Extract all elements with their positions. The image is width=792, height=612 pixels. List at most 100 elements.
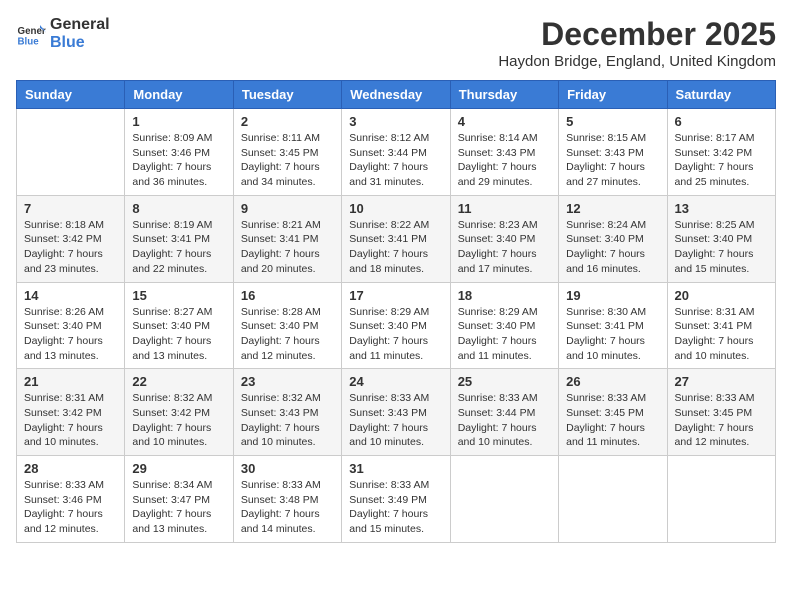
day-info: Sunrise: 8:17 AM Sunset: 3:42 PM Dayligh…	[675, 131, 768, 190]
logo-blue-text: Blue	[50, 34, 110, 52]
day-number: 27	[675, 374, 768, 389]
day-info: Sunrise: 8:31 AM Sunset: 3:42 PM Dayligh…	[24, 391, 117, 450]
calendar-cell: 5 Sunrise: 8:15 AM Sunset: 3:43 PM Daylig…	[559, 109, 667, 196]
calendar-cell: 24Sunrise: 8:33 AM Sunset: 3:43 PM Dayli…	[342, 369, 450, 456]
day-info: Sunrise: 8:33 AM Sunset: 3:44 PM Dayligh…	[458, 391, 551, 450]
day-info: Sunrise: 8:33 AM Sunset: 3:48 PM Dayligh…	[241, 478, 334, 537]
column-header-sunday: Sunday	[17, 81, 125, 109]
calendar-cell: 23 Sunrise: 8:32 AM Sunset: 3:43 PM Dayli…	[233, 369, 341, 456]
calendar-cell	[450, 456, 558, 543]
month-title: December 2025	[498, 16, 776, 53]
day-number: 2	[241, 114, 334, 129]
day-info: Sunrise: 8:18 AM Sunset: 3:42 PM Dayligh…	[24, 218, 117, 277]
calendar-week-1: 1Sunrise: 8:09 AM Sunset: 3:46 PM Daylig…	[17, 109, 776, 196]
svg-text:Blue: Blue	[18, 36, 40, 47]
day-number: 14	[24, 288, 117, 303]
day-number: 25	[458, 374, 551, 389]
day-number: 21	[24, 374, 117, 389]
day-number: 31	[349, 461, 442, 476]
day-info: Sunrise: 8:19 AM Sunset: 3:41 PM Dayligh…	[132, 218, 225, 277]
day-number: 7	[24, 201, 117, 216]
day-info: Sunrise: 8:27 AM Sunset: 3:40 PM Dayligh…	[132, 305, 225, 364]
day-number: 29	[132, 461, 225, 476]
calendar-cell: 15 Sunrise: 8:27 AM Sunset: 3:40 PM Dayli…	[125, 282, 233, 369]
day-info: Sunrise: 8:24 AM Sunset: 3:40 PM Dayligh…	[566, 218, 659, 277]
calendar-cell: 30 Sunrise: 8:33 AM Sunset: 3:48 PM Dayli…	[233, 456, 341, 543]
calendar-cell: 7 Sunrise: 8:18 AM Sunset: 3:42 PM Daylig…	[17, 195, 125, 282]
calendar-cell: 18 Sunrise: 8:29 AM Sunset: 3:40 PM Dayli…	[450, 282, 558, 369]
calendar-cell	[667, 456, 775, 543]
calendar-cell: 13Sunrise: 8:25 AM Sunset: 3:40 PM Dayli…	[667, 195, 775, 282]
calendar-week-5: 28Sunrise: 8:33 AM Sunset: 3:46 PM Dayli…	[17, 456, 776, 543]
calendar-cell: 4Sunrise: 8:14 AM Sunset: 3:43 PM Daylig…	[450, 109, 558, 196]
calendar-cell: 17 Sunrise: 8:29 AM Sunset: 3:40 PM Dayli…	[342, 282, 450, 369]
day-number: 26	[566, 374, 659, 389]
calendar-cell: 11Sunrise: 8:23 AM Sunset: 3:40 PM Dayli…	[450, 195, 558, 282]
calendar-cell: 8 Sunrise: 8:19 AM Sunset: 3:41 PM Daylig…	[125, 195, 233, 282]
calendar-cell: 19 Sunrise: 8:30 AM Sunset: 3:41 PM Dayli…	[559, 282, 667, 369]
calendar-cell: 26Sunrise: 8:33 AM Sunset: 3:45 PM Dayli…	[559, 369, 667, 456]
logo-text: General Blue	[50, 16, 110, 51]
calendar-cell: 14 Sunrise: 8:26 AM Sunset: 3:40 PM Dayli…	[17, 282, 125, 369]
column-header-tuesday: Tuesday	[233, 81, 341, 109]
day-info: Sunrise: 8:23 AM Sunset: 3:40 PM Dayligh…	[458, 218, 551, 277]
calendar-cell	[17, 109, 125, 196]
column-header-saturday: Saturday	[667, 81, 775, 109]
day-number: 24	[349, 374, 442, 389]
column-header-monday: Monday	[125, 81, 233, 109]
day-number: 20	[675, 288, 768, 303]
day-number: 12	[566, 201, 659, 216]
day-info: Sunrise: 8:29 AM Sunset: 3:40 PM Dayligh…	[349, 305, 442, 364]
day-info: Sunrise: 8:32 AM Sunset: 3:43 PM Dayligh…	[241, 391, 334, 450]
day-info: Sunrise: 8:34 AM Sunset: 3:47 PM Dayligh…	[132, 478, 225, 537]
day-number: 15	[132, 288, 225, 303]
day-info: Sunrise: 8:14 AM Sunset: 3:43 PM Dayligh…	[458, 131, 551, 190]
calendar-cell: 6 Sunrise: 8:17 AM Sunset: 3:42 PM Daylig…	[667, 109, 775, 196]
day-info: Sunrise: 8:33 AM Sunset: 3:49 PM Dayligh…	[349, 478, 442, 537]
day-info: Sunrise: 8:30 AM Sunset: 3:41 PM Dayligh…	[566, 305, 659, 364]
calendar-cell: 9 Sunrise: 8:21 AM Sunset: 3:41 PM Daylig…	[233, 195, 341, 282]
day-info: Sunrise: 8:09 AM Sunset: 3:46 PM Dayligh…	[132, 131, 225, 190]
page-header: General Blue General Blue December 2025 …	[16, 16, 776, 70]
day-number: 8	[132, 201, 225, 216]
calendar-cell: 21 Sunrise: 8:31 AM Sunset: 3:42 PM Dayli…	[17, 369, 125, 456]
logo-general-text: General	[50, 16, 110, 34]
day-info: Sunrise: 8:32 AM Sunset: 3:42 PM Dayligh…	[132, 391, 225, 450]
day-number: 22	[132, 374, 225, 389]
day-info: Sunrise: 8:11 AM Sunset: 3:45 PM Dayligh…	[241, 131, 334, 190]
calendar-cell: 3Sunrise: 8:12 AM Sunset: 3:44 PM Daylig…	[342, 109, 450, 196]
calendar-cell: 31 Sunrise: 8:33 AM Sunset: 3:49 PM Dayli…	[342, 456, 450, 543]
column-header-thursday: Thursday	[450, 81, 558, 109]
day-info: Sunrise: 8:33 AM Sunset: 3:46 PM Dayligh…	[24, 478, 117, 537]
day-number: 18	[458, 288, 551, 303]
day-number: 23	[241, 374, 334, 389]
day-number: 17	[349, 288, 442, 303]
calendar-cell: 22 Sunrise: 8:32 AM Sunset: 3:42 PM Dayli…	[125, 369, 233, 456]
column-header-wednesday: Wednesday	[342, 81, 450, 109]
calendar-week-3: 14 Sunrise: 8:26 AM Sunset: 3:40 PM Dayli…	[17, 282, 776, 369]
calendar-cell: 16Sunrise: 8:28 AM Sunset: 3:40 PM Dayli…	[233, 282, 341, 369]
calendar-header-row: SundayMondayTuesdayWednesdayThursdayFrid…	[17, 81, 776, 109]
title-section: December 2025 Haydon Bridge, England, Un…	[498, 16, 776, 70]
day-info: Sunrise: 8:12 AM Sunset: 3:44 PM Dayligh…	[349, 131, 442, 190]
day-info: Sunrise: 8:21 AM Sunset: 3:41 PM Dayligh…	[241, 218, 334, 277]
day-info: Sunrise: 8:26 AM Sunset: 3:40 PM Dayligh…	[24, 305, 117, 364]
day-number: 5	[566, 114, 659, 129]
day-number: 6	[675, 114, 768, 129]
calendar-cell: 27Sunrise: 8:33 AM Sunset: 3:45 PM Dayli…	[667, 369, 775, 456]
calendar-cell	[559, 456, 667, 543]
location-text: Haydon Bridge, England, United Kingdom	[498, 53, 776, 70]
day-number: 30	[241, 461, 334, 476]
calendar-table: SundayMondayTuesdayWednesdayThursdayFrid…	[16, 80, 776, 543]
day-info: Sunrise: 8:15 AM Sunset: 3:43 PM Dayligh…	[566, 131, 659, 190]
column-header-friday: Friday	[559, 81, 667, 109]
day-info: Sunrise: 8:25 AM Sunset: 3:40 PM Dayligh…	[675, 218, 768, 277]
calendar-week-4: 21 Sunrise: 8:31 AM Sunset: 3:42 PM Dayli…	[17, 369, 776, 456]
day-info: Sunrise: 8:28 AM Sunset: 3:40 PM Dayligh…	[241, 305, 334, 364]
day-number: 10	[349, 201, 442, 216]
day-info: Sunrise: 8:29 AM Sunset: 3:40 PM Dayligh…	[458, 305, 551, 364]
calendar-cell: 28Sunrise: 8:33 AM Sunset: 3:46 PM Dayli…	[17, 456, 125, 543]
day-number: 9	[241, 201, 334, 216]
calendar-cell: 10Sunrise: 8:22 AM Sunset: 3:41 PM Dayli…	[342, 195, 450, 282]
day-number: 19	[566, 288, 659, 303]
